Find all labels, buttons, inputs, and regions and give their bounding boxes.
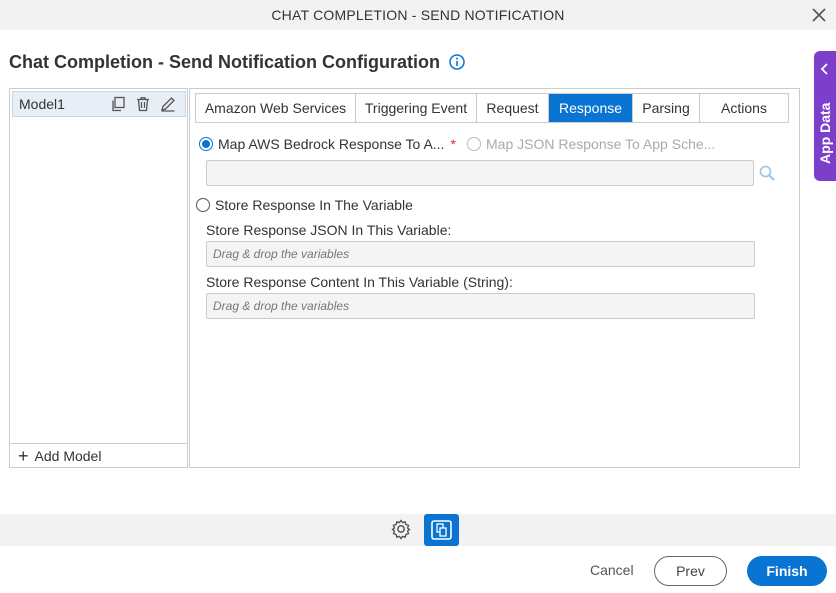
mapping-button[interactable]	[424, 514, 459, 546]
map-json-option: Map JSON Response To App Sche...	[467, 136, 715, 152]
config-panel: Amazon Web Services Triggering Event Req…	[189, 88, 800, 468]
model-item-label: Model1	[19, 96, 65, 112]
plus-icon: +	[18, 445, 29, 466]
tab-amazon-web-services[interactable]: Amazon Web Services	[196, 94, 356, 122]
json-variable-label: Store Response JSON In This Variable:	[206, 222, 452, 238]
delete-icon[interactable]	[135, 96, 151, 112]
copy-icon[interactable]	[110, 96, 126, 112]
gear-icon[interactable]	[390, 518, 412, 540]
content-variable-placeholder: Drag & drop the variables	[213, 299, 350, 313]
app-schema-input[interactable]	[206, 160, 754, 186]
tab-response[interactable]: Response	[549, 94, 633, 122]
info-icon[interactable]	[449, 54, 465, 70]
add-model-label: Add Model	[34, 447, 102, 464]
close-icon[interactable]	[810, 6, 828, 24]
map-json-radio	[467, 137, 481, 151]
json-variable-placeholder: Drag & drop the variables	[213, 247, 350, 261]
model-list-panel: Model1 + Add Model	[9, 88, 188, 468]
add-model-button[interactable]: + Add Model	[10, 443, 187, 467]
footer-toolbar	[0, 514, 836, 546]
app-data-panel-toggle[interactable]: App Data	[814, 51, 836, 181]
page-title: Chat Completion - Send Notification Conf…	[9, 51, 440, 72]
finish-button[interactable]: Finish	[747, 556, 827, 586]
map-aws-option[interactable]: Map AWS Bedrock Response To A... *	[199, 136, 456, 152]
prev-button[interactable]: Prev	[654, 556, 727, 586]
tab-bar: Amazon Web Services Triggering Event Req…	[195, 93, 789, 123]
tab-actions[interactable]: Actions	[700, 94, 788, 122]
content-variable-dropzone[interactable]: Drag & drop the variables	[206, 293, 755, 319]
mapping-icon	[431, 520, 452, 540]
model-item[interactable]: Model1	[12, 91, 186, 117]
map-aws-radio[interactable]	[199, 137, 213, 151]
map-aws-label: Map AWS Bedrock Response To A...	[218, 136, 445, 152]
required-marker: *	[450, 136, 456, 152]
tab-triggering-event[interactable]: Triggering Event	[356, 94, 477, 122]
content-variable-label: Store Response Content In This Variable …	[206, 274, 513, 290]
search-icon[interactable]	[758, 164, 776, 182]
tab-request[interactable]: Request	[477, 94, 549, 122]
store-variable-label: Store Response In The Variable	[215, 197, 413, 213]
dialog-titlebar: CHAT COMPLETION - SEND NOTIFICATION	[0, 0, 836, 30]
chevron-left-icon	[820, 63, 828, 75]
json-variable-dropzone[interactable]: Drag & drop the variables	[206, 241, 755, 267]
store-variable-option[interactable]: Store Response In The Variable	[196, 197, 413, 213]
store-variable-radio[interactable]	[196, 198, 210, 212]
config-heading-row: Chat Completion - Send Notification Conf…	[9, 50, 465, 74]
tab-parsing[interactable]: Parsing	[633, 94, 700, 122]
dialog-title: CHAT COMPLETION - SEND NOTIFICATION	[271, 7, 565, 23]
app-data-label: App Data	[817, 102, 833, 164]
edit-icon[interactable]	[160, 96, 176, 112]
cancel-button[interactable]: Cancel	[590, 562, 634, 578]
map-json-label: Map JSON Response To App Sche...	[486, 136, 716, 152]
